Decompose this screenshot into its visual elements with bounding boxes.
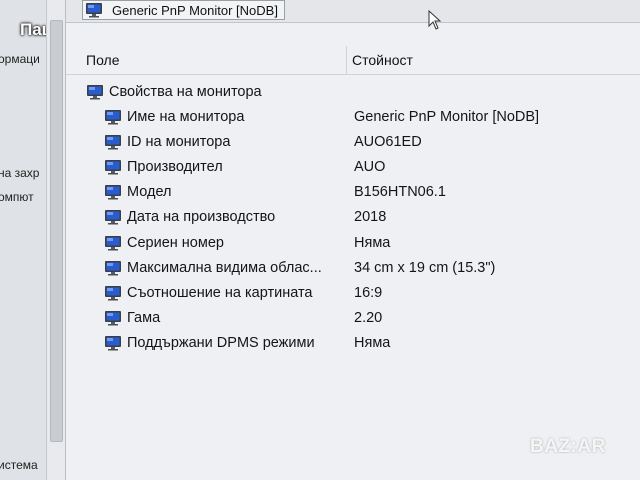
device-selector[interactable]: Generic PnP Monitor [NoDB] bbox=[82, 0, 285, 20]
property-value: 2018 bbox=[354, 209, 387, 226]
monitor-icon bbox=[104, 184, 122, 200]
property-label: Гама bbox=[127, 310, 161, 327]
sidebar-fragment[interactable]: на захр bbox=[0, 166, 39, 180]
property-value: 2.20 bbox=[354, 310, 383, 327]
scroll-thumb[interactable] bbox=[50, 20, 63, 442]
property-value: Няма bbox=[354, 234, 391, 251]
sidebar-fragment[interactable]: омпют bbox=[0, 190, 34, 204]
table-row[interactable]: Производител AUO bbox=[104, 154, 634, 179]
property-label: Име на монитора bbox=[127, 108, 245, 125]
sidebar-fragment[interactable]: истема bbox=[0, 458, 38, 472]
property-value: AUO bbox=[354, 158, 386, 175]
property-value: B156HTN06.1 bbox=[354, 184, 446, 201]
device-toolbar: Generic PnP Monitor [NoDB] bbox=[66, 0, 640, 23]
monitor-icon bbox=[104, 159, 122, 175]
sidebar-scrollbar[interactable] bbox=[46, 0, 66, 480]
monitor-icon bbox=[85, 2, 103, 18]
monitor-icon bbox=[104, 235, 122, 251]
table-row[interactable]: Сериен номер Няма bbox=[104, 230, 634, 255]
monitor-icon bbox=[104, 209, 122, 225]
monitor-icon bbox=[86, 84, 104, 100]
column-value[interactable]: Стойност bbox=[352, 52, 413, 68]
monitor-icon bbox=[104, 109, 122, 125]
table-row[interactable]: Съотношение на картината 16:9 bbox=[104, 280, 634, 305]
table-row[interactable]: Модел B156HTN06.1 bbox=[104, 180, 634, 205]
column-field[interactable]: Поле bbox=[86, 52, 120, 68]
monitor-icon bbox=[104, 310, 122, 326]
table-row[interactable]: Максимална видима облас... 34 cm x 19 cm … bbox=[104, 255, 634, 280]
sidebar-fragment[interactable]: ормаци bbox=[0, 52, 40, 66]
properties-pane: Generic PnP Monitor [NoDB] Поле Стойност… bbox=[66, 0, 640, 480]
monitor-icon bbox=[104, 285, 122, 301]
group-label: Свойства на монитора bbox=[109, 83, 262, 100]
property-label: Съотношение на картината bbox=[127, 284, 313, 301]
monitor-icon bbox=[104, 260, 122, 276]
property-value: 16:9 bbox=[354, 284, 383, 301]
property-label: Производител bbox=[127, 158, 223, 175]
group-row[interactable]: Свойства на монитора bbox=[86, 79, 262, 104]
property-value: 34 cm x 19 cm (15.3") bbox=[354, 259, 496, 276]
monitor-icon bbox=[104, 335, 122, 351]
column-separator[interactable] bbox=[346, 46, 347, 74]
monitor-icon bbox=[104, 134, 122, 150]
table-row[interactable]: Име на монитора Generic PnP Monitor [NoDB… bbox=[104, 104, 634, 129]
table-row[interactable]: Гама 2.20 bbox=[104, 306, 634, 331]
column-header: Поле Стойност bbox=[66, 46, 640, 75]
property-label: Сериен номер bbox=[127, 234, 224, 251]
mouse-cursor-icon bbox=[428, 10, 442, 30]
property-label: Максимална видима облас... bbox=[127, 259, 322, 276]
property-value: Generic PnP Monitor [NoDB] bbox=[354, 108, 540, 125]
watermark-site: BAZ:AR bbox=[530, 436, 606, 457]
property-value: AUO61ED bbox=[354, 133, 422, 150]
table-row[interactable]: Поддържани DPMS режими Няма bbox=[104, 331, 634, 356]
property-value: Няма bbox=[354, 335, 391, 352]
property-label: Дата на производство bbox=[127, 209, 276, 226]
table-row[interactable]: ID на монитора AUO61ED bbox=[104, 129, 634, 154]
property-label: Модел bbox=[127, 184, 172, 201]
property-label: ID на монитора bbox=[127, 133, 231, 150]
left-sidebar: ормаци на захр омпют истема bbox=[0, 0, 46, 480]
property-label: Поддържани DPMS режими bbox=[127, 335, 315, 352]
table-row[interactable]: Дата на производство 2018 bbox=[104, 205, 634, 230]
device-title: Generic PnP Monitor [NoDB] bbox=[112, 2, 278, 18]
